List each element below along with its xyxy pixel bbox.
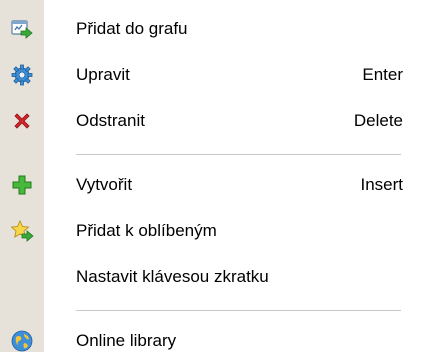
delete-x-icon (10, 109, 34, 133)
add-to-chart-icon (10, 17, 34, 41)
menu-separator (76, 154, 401, 155)
menu-item-label: Vytvořit (76, 175, 133, 194)
menu-item-label: Přidat k oblíbeným (76, 221, 217, 240)
menu-item-shortcut: Enter (362, 65, 403, 84)
menu-item-label: Odstranit (76, 111, 145, 130)
star-add-icon (10, 219, 34, 243)
plus-icon (10, 173, 34, 197)
menu-item-delete[interactable]: Odstranit Delete (0, 98, 421, 144)
menu-item-online-library[interactable]: Online library (0, 318, 421, 364)
menu-item-create[interactable]: Vytvořit Insert (0, 162, 421, 208)
gear-icon (10, 63, 34, 87)
menu-item-label: Online library (76, 331, 177, 350)
menu-item-edit[interactable]: Upravit Enter (0, 52, 421, 98)
menu-item-label: Upravit (76, 65, 130, 84)
menu-item-add-favorite[interactable]: Přidat k oblíbeným (0, 208, 421, 254)
menu-item-set-shortcut[interactable]: Nastavit klávesou zkratku (0, 254, 421, 300)
globe-icon (10, 329, 34, 353)
menu-item-shortcut: Delete (353, 111, 403, 130)
menu-item-add-to-chart[interactable]: Přidat do grafu (0, 6, 421, 52)
menu-item-label: Přidat do grafu (76, 19, 188, 38)
context-menu: Přidat do grafu Upravit Enter Odstranit … (0, 0, 421, 352)
menu-separator (76, 310, 401, 311)
menu-item-shortcut: Insert (360, 175, 403, 194)
menu-item-label: Nastavit klávesou zkratku (76, 267, 269, 286)
